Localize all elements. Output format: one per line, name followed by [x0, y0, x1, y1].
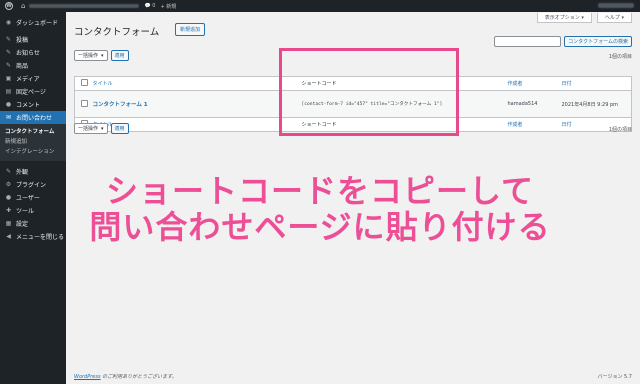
contact-submenu: コンタクトフォーム 新規追加 インテグレーション [0, 124, 66, 161]
row-checkbox[interactable] [81, 99, 88, 107]
screen-options-button[interactable]: 表示オプション ▾ [536, 13, 592, 23]
author-cell: hamada514 [507, 101, 538, 107]
comments-icon[interactable]: 💬 0 [144, 3, 155, 9]
new-content-link[interactable]: + 新規 [160, 3, 176, 10]
sidebar-item-contact[interactable]: ✉ お問い合わせ [0, 111, 66, 124]
gauge-icon: ◉ [5, 19, 12, 26]
column-author[interactable]: 作成者 [508, 77, 562, 91]
footer-thanks-text: のご利用ありがとうございます。 [100, 374, 177, 380]
pin-icon: ✎ [5, 36, 12, 43]
sidebar-item-media[interactable]: ▣ メディア [0, 72, 66, 85]
form-title-link[interactable]: コンタクトフォーム 1 [93, 91, 302, 118]
apply-button-bottom[interactable]: 適用 [110, 123, 129, 134]
sidebar-item-label: お問い合わせ [16, 115, 53, 122]
item-count-bottom: 1個の項目 [608, 127, 632, 133]
column-date[interactable]: 日付 [562, 77, 632, 91]
media-icon: ▣ [5, 75, 12, 82]
comment-icon: ● [5, 101, 12, 108]
apply-button[interactable]: 適用 [110, 50, 129, 61]
chevron-down-icon: ▾ [101, 52, 104, 59]
bulk-action-select-bottom[interactable]: 一括操作 ▾ [74, 123, 108, 134]
bulk-action-label: 一括操作 [78, 53, 99, 59]
sidebar-item-label: お知らせ [16, 50, 40, 57]
sidebar-item-comments[interactable]: ● コメント [0, 98, 66, 111]
submenu-integration[interactable]: インテグレーション [0, 147, 66, 157]
admin-bar: W ⌂ 💬 0 + 新規 [0, 0, 640, 12]
highlight-box [279, 48, 459, 136]
column-author-footer[interactable]: 作成者 [508, 118, 562, 132]
sidebar-item-pages[interactable]: ▤ 固定ページ [0, 85, 66, 98]
sidebar-item-label: 投稿 [16, 37, 29, 44]
sidebar-item-products[interactable]: ✎ 商品 [0, 59, 66, 72]
item-count: 1個の項目 [608, 54, 632, 60]
sidebar-item-dashboard[interactable]: ◉ ダッシュボード [0, 16, 66, 29]
date-cell: 2021年4月8日 9:29 pm [561, 101, 619, 108]
sidebar-item-label: コメント [16, 102, 41, 109]
user-account[interactable] [598, 3, 634, 8]
page-icon: ▤ [5, 88, 12, 95]
home-icon[interactable]: ⌂ [21, 2, 25, 10]
sidebar-item-label: 商品 [16, 63, 29, 70]
chevron-down-icon: ▾ [101, 125, 104, 132]
pin-icon: ✎ [5, 62, 12, 69]
page-title: コンタクトフォーム [74, 27, 160, 38]
column-title[interactable]: タイトル [93, 77, 302, 91]
select-all-checkbox[interactable] [81, 79, 88, 86]
sidebar-item-label: 固定ページ [16, 89, 46, 96]
sidebar-item-news[interactable]: ✎ お知らせ [0, 46, 66, 59]
search-input[interactable] [494, 36, 562, 47]
footer-version: バージョン 5.7 [597, 374, 632, 380]
wordpress-logo-icon[interactable]: W [5, 2, 13, 10]
mail-icon: ✉ [5, 114, 12, 121]
sidebar-item-label: ダッシュボード [16, 20, 59, 27]
submenu-add-new[interactable]: 新規追加 [0, 137, 66, 147]
footer-thanks: WordPress のご利用ありがとうございます。 [74, 373, 177, 380]
add-new-button[interactable]: 新規追加 [175, 23, 206, 36]
comments-count: 0 [152, 3, 156, 9]
bulk-action-select[interactable]: 一括操作 ▾ [74, 50, 108, 61]
submenu-contact-forms[interactable]: コンタクトフォーム [0, 127, 66, 137]
site-name[interactable] [29, 4, 140, 8]
pin-icon: ✎ [5, 49, 12, 56]
help-button[interactable]: ヘルプ ▾ [596, 13, 632, 23]
search-button[interactable]: コンタクトフォームの検索 [564, 36, 632, 47]
bulk-action-label: 一括操作 [78, 126, 99, 132]
wordpress-link[interactable]: WordPress [74, 374, 101, 380]
sidebar-item-label: メディア [16, 76, 40, 83]
annotation-line-2: 問い合わせページに貼り付ける [89, 208, 551, 246]
sidebar-item-posts[interactable]: ✎ 投稿 [0, 33, 66, 46]
